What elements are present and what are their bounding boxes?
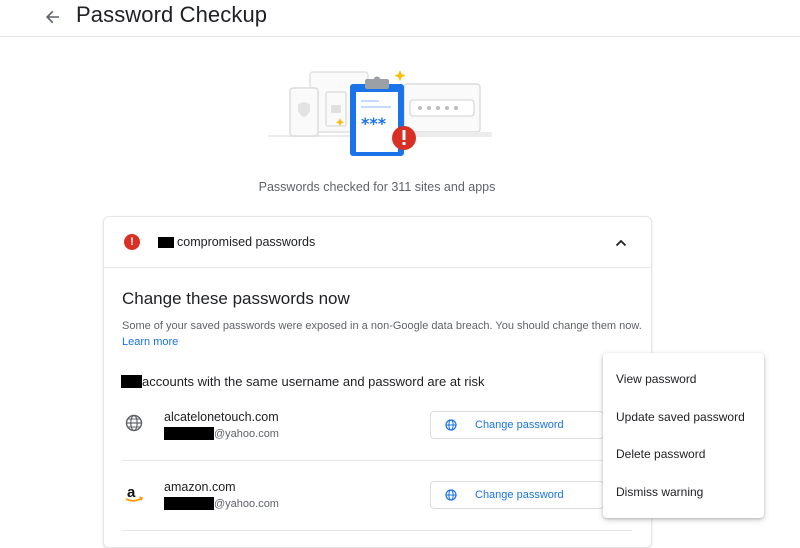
site-username: @yahoo.com xyxy=(164,427,279,440)
svg-text:***: *** xyxy=(361,114,387,133)
learn-more-link[interactable]: Learn more xyxy=(122,336,178,348)
compromised-count-label: compromised passwords xyxy=(158,235,315,249)
globe-icon xyxy=(445,419,457,431)
change-password-label: Change password xyxy=(475,489,564,501)
page-header: Password Checkup xyxy=(0,0,800,37)
svg-text:a: a xyxy=(127,484,136,501)
site-name: alcatelonetouch.com xyxy=(164,410,279,424)
change-password-label: Change password xyxy=(475,419,564,431)
site-name: amazon.com xyxy=(164,480,236,494)
redacted-username xyxy=(164,497,214,510)
change-password-button[interactable]: Change password xyxy=(430,411,604,439)
at-risk-message: accounts with the same username and pass… xyxy=(121,374,485,389)
passwords-checked-summary: Passwords checked for 311 sites and apps xyxy=(258,180,496,194)
page-title: Password Checkup xyxy=(76,2,268,27)
error-icon: ! xyxy=(124,234,140,250)
card-header[interactable]: ! compromised passwords xyxy=(104,217,651,268)
section-title: Change these passwords now xyxy=(122,289,350,308)
row-divider xyxy=(122,460,632,461)
list-item: alcatelonetouch.com @yahoo.com Change pa… xyxy=(104,401,651,463)
section-description: Some of your saved passwords were expose… xyxy=(122,320,642,348)
compromised-passwords-card: ! compromised passwords Change these pas… xyxy=(103,216,652,548)
globe-icon xyxy=(124,413,144,433)
password-checkup-illustration: *** xyxy=(268,70,492,156)
chevron-up-icon xyxy=(615,239,627,247)
globe-icon xyxy=(445,489,457,501)
redacted-count xyxy=(121,375,142,388)
back-button[interactable] xyxy=(40,4,66,30)
password-actions-menu: View password Update saved password Dele… xyxy=(603,353,764,518)
list-item: a amazon.com @yahoo.com Change password xyxy=(104,471,651,533)
site-username: @yahoo.com xyxy=(164,497,279,510)
menu-item-view-password[interactable]: View password xyxy=(603,361,764,397)
menu-item-dismiss-warning[interactable]: Dismiss warning xyxy=(603,474,764,510)
collapse-button[interactable] xyxy=(611,233,631,253)
row-divider xyxy=(122,530,632,531)
redacted-count xyxy=(158,236,174,248)
menu-item-update-saved-password[interactable]: Update saved password xyxy=(603,399,764,435)
change-password-button[interactable]: Change password xyxy=(430,481,604,509)
arrow-back-icon xyxy=(46,10,59,24)
menu-item-delete-password[interactable]: Delete password xyxy=(603,436,764,472)
amazon-logo-icon: a xyxy=(124,483,144,503)
redacted-username xyxy=(164,427,214,440)
